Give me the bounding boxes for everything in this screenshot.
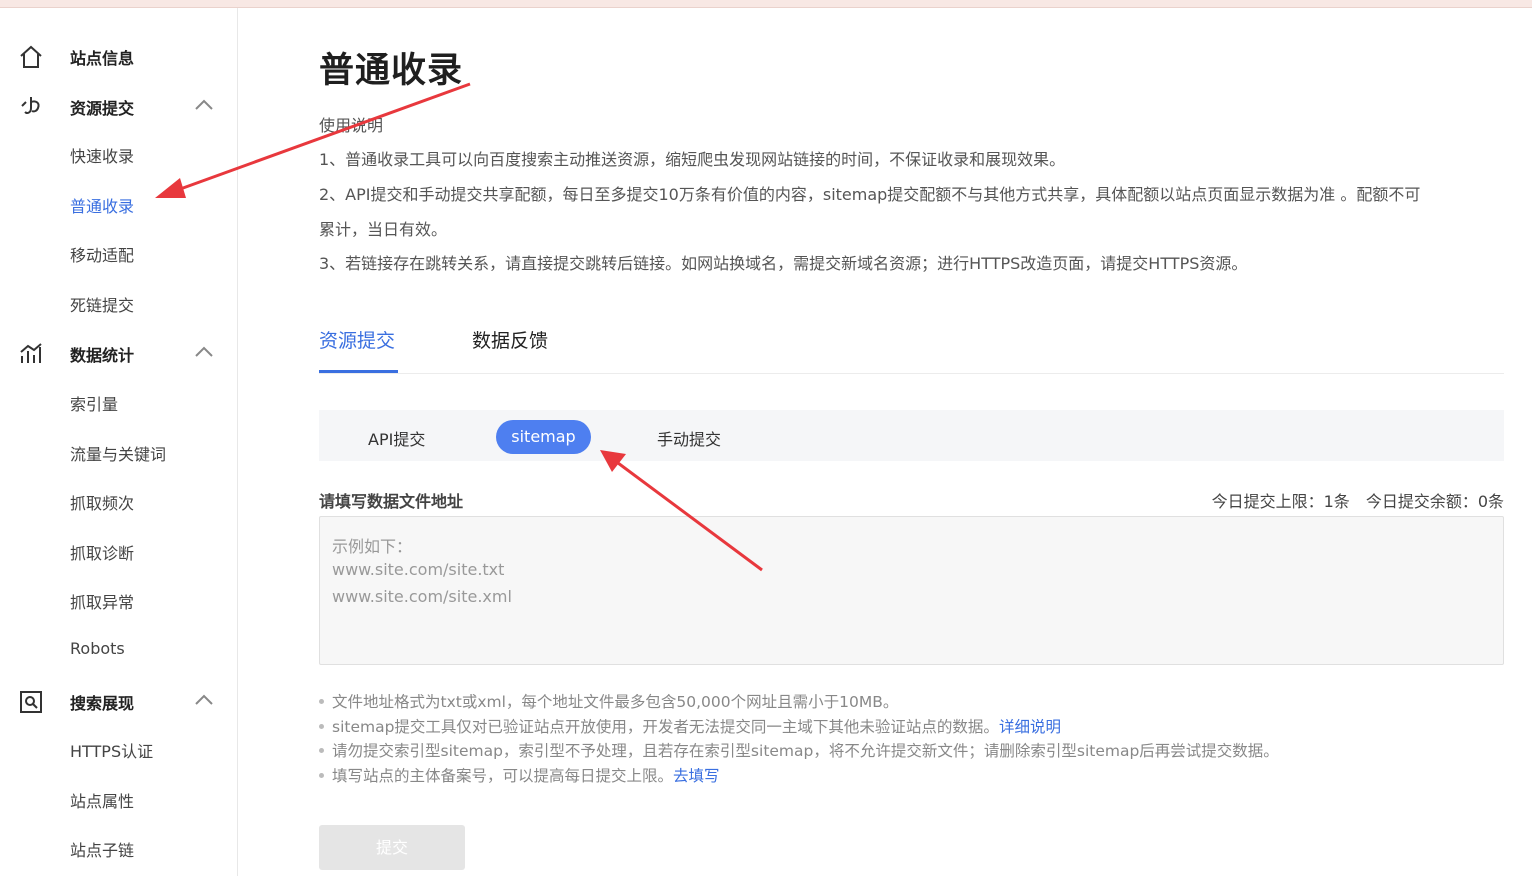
sidebar-item-traffic-keywords[interactable]: 流量与关键词: [70, 441, 166, 465]
usage-line: 3、若链接存在跳转关系，请直接提交跳转后链接。如网站换域名，需提交新域名资源；进…: [319, 254, 1248, 273]
subtab-api[interactable]: API提交: [368, 426, 425, 450]
fill-in-link[interactable]: 去填写: [673, 767, 720, 785]
main-content: 普通收录 使用说明 1、普通收录工具可以向百度搜索主动推送资源，缩短爬虫发现网站…: [238, 8, 1532, 876]
page-title: 普通收录: [319, 51, 464, 91]
tab-bar: 资源提交 数据反馈: [319, 326, 1504, 374]
sidebar-group-label: 数据统计: [70, 346, 135, 365]
sidebar-item-deadlink[interactable]: 死链提交: [70, 292, 134, 316]
sidebar-item-mobile-adapt[interactable]: 移动适配: [70, 242, 134, 266]
note-item: 请勿提交索引型sitemap，索引型不予处理，且若存在索引型sitemap，将不…: [319, 739, 1279, 761]
quota-remaining: 今日提交余额：0条: [1365, 492, 1504, 511]
placeholder-line: 示例如下：: [332, 537, 413, 556]
home-icon: [20, 45, 42, 68]
browser-top-strip: [0, 0, 1532, 8]
sidebar-item-crawl-diagnosis[interactable]: 抓取诊断: [70, 540, 134, 564]
chart-icon: [20, 343, 42, 363]
submit-button[interactable]: 提交: [319, 825, 465, 870]
sitemap-url-input[interactable]: 示例如下： www.site.com/site.txt www.site.com…: [319, 516, 1504, 665]
sidebar-group-data-stats[interactable]: 数据统计: [0, 333, 238, 373]
note-item: 填写站点的主体备案号，可以提高每日提交上限。去填写: [319, 764, 720, 786]
placeholder-line: www.site.com/site.xml: [332, 587, 512, 606]
sidebar-group-label: 资源提交: [70, 99, 135, 118]
tab-resource-submit[interactable]: 资源提交: [319, 326, 395, 353]
usage-line: 1、普通收录工具可以向百度搜索主动推送资源，缩短爬虫发现网站链接的时间，不保证收…: [319, 150, 1066, 169]
search-display-icon: [20, 691, 42, 713]
sidebar: 站点信息 资源提交 快速收录 普通收录 移动适配 死链提交 数据统计 索引量 流…: [0, 8, 238, 876]
sidebar-item-crawl-frequency[interactable]: 抓取频次: [70, 490, 134, 514]
usage-line: 2、API提交和手动提交共享配额，每日至多提交10万条有价值的内容，sitema…: [319, 185, 1421, 204]
sidebar-item-normal-index[interactable]: 普通收录: [70, 193, 134, 217]
sidebar-item-site-attributes[interactable]: 站点属性: [70, 788, 134, 812]
note-item: 文件地址格式为txt或xml，每个地址文件最多包含50,000个网址且需小于10…: [319, 690, 898, 712]
chevron-up-icon[interactable]: [194, 98, 214, 112]
note-item: sitemap提交工具仅对已验证站点开放使用，开发者无法提交同一主域下其他未验证…: [319, 715, 1061, 737]
placeholder-line: www.site.com/site.txt: [332, 560, 505, 579]
quota-limit: 今日提交上限：1条: [1211, 492, 1350, 511]
subtab-sitemap[interactable]: sitemap: [496, 420, 591, 454]
subtab-manual[interactable]: 手动提交: [657, 426, 721, 450]
sidebar-group-resource-submit[interactable]: 资源提交: [0, 86, 238, 126]
sidebar-item-crawl-errors[interactable]: 抓取异常: [70, 589, 134, 613]
sidebar-group-label: 搜索展现: [70, 694, 135, 713]
sidebar-item-sitelinks[interactable]: 站点子链: [70, 837, 134, 861]
sidebar-item-quick-index[interactable]: 快速收录: [70, 143, 134, 167]
sidebar-group-label: 站点信息: [70, 49, 135, 68]
sidebar-group-search-display[interactable]: 搜索展现: [0, 681, 238, 721]
field-label: 请填写数据文件地址: [319, 492, 464, 511]
details-link[interactable]: 详细说明: [999, 718, 1061, 736]
sidebar-group-site-info[interactable]: 站点信息: [0, 36, 238, 76]
tab-data-feedback[interactable]: 数据反馈: [472, 326, 548, 353]
sidebar-item-https[interactable]: HTTPS认证: [70, 738, 153, 762]
usage-heading: 使用说明: [319, 116, 384, 135]
usage-line: 累计，当日有效。: [319, 220, 448, 239]
submit-resource-icon: [21, 97, 40, 114]
sidebar-item-index-volume[interactable]: 索引量: [70, 391, 118, 415]
quota-info: 今日提交上限：1条 今日提交余额：0条: [1212, 488, 1504, 512]
submit-method-tabs: API提交 sitemap 手动提交: [319, 410, 1504, 461]
chevron-up-icon[interactable]: [194, 345, 214, 359]
chevron-up-icon[interactable]: [194, 693, 214, 707]
sidebar-item-robots[interactable]: Robots: [70, 639, 125, 658]
active-tab-indicator: [319, 370, 398, 373]
